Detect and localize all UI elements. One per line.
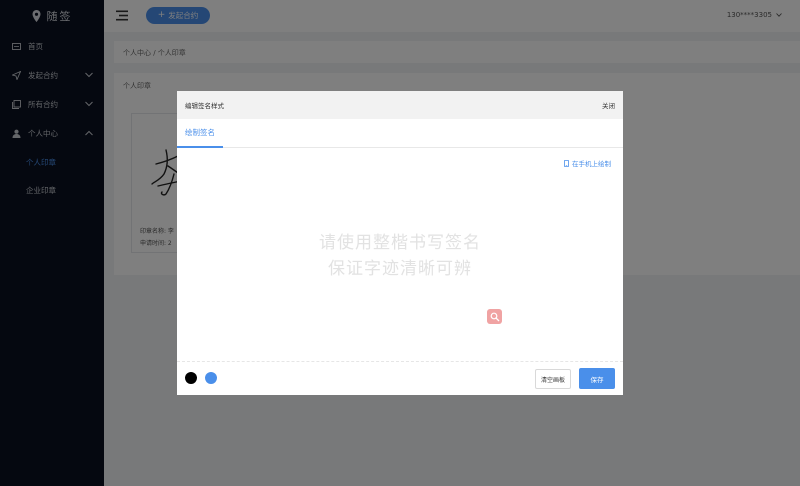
dialog-header: 编辑签名样式 关闭 (177, 91, 623, 119)
tab-draw-signature[interactable]: 绘制签名 (177, 119, 223, 148)
clear-canvas-button[interactable]: 清空画板 (535, 369, 571, 389)
save-button[interactable]: 保存 (579, 368, 615, 389)
dialog-tabs: 绘制签名 (177, 119, 623, 148)
canvas-hint-line2: 保证字迹清晰可辨 (328, 259, 472, 279)
search-icon (490, 312, 499, 321)
canvas-hint: 请使用整楷书写签名 保证字迹清晰可辨 (177, 230, 623, 282)
draw-on-phone-link[interactable]: 在手机上绘制 (564, 158, 611, 168)
canvas-hint-line1: 请使用整楷书写签名 (319, 233, 481, 253)
pen-color-black[interactable] (185, 372, 197, 384)
mobile-phone-icon (564, 159, 569, 167)
close-button[interactable]: 关闭 (602, 100, 615, 110)
edit-signature-dialog: 编辑签名样式 关闭 绘制签名 在手机上绘制 请使用整楷书写签名 保证字迹清晰可辨… (177, 91, 623, 395)
footer-divider (177, 361, 623, 362)
floating-search-button[interactable] (487, 309, 502, 324)
dialog-title: 编辑签名样式 (185, 102, 224, 110)
pen-color-blue[interactable] (205, 372, 217, 384)
draw-on-phone-label: 在手机上绘制 (572, 160, 611, 168)
